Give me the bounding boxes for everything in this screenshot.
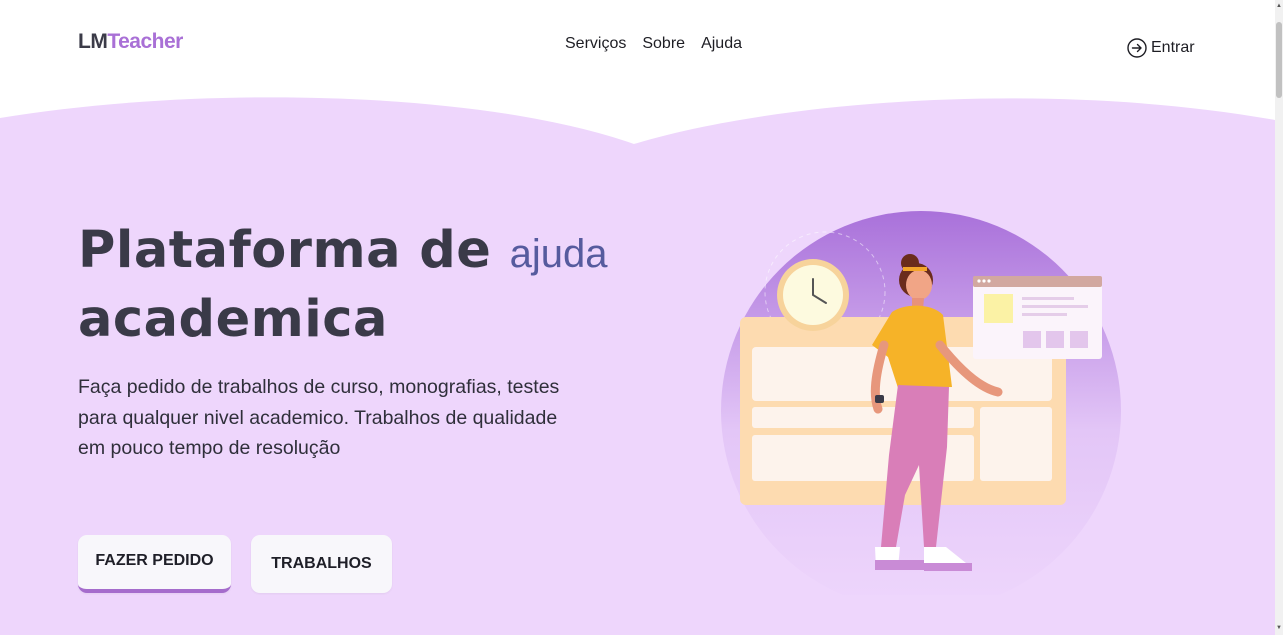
- nav-item-ajuda[interactable]: Ajuda: [701, 35, 742, 53]
- hero-title-line2: academica: [78, 290, 388, 349]
- login-link[interactable]: Entrar: [1127, 38, 1195, 58]
- login-label: Entrar: [1151, 39, 1195, 56]
- scroll-down-icon[interactable]: ▼: [1276, 624, 1282, 632]
- scrollbar-thumb[interactable]: [1276, 22, 1282, 98]
- order-button[interactable]: FAZER PEDIDO: [78, 535, 231, 593]
- hero-title-main: Plataforma de: [78, 221, 492, 280]
- site-header: LMTeacher Serviços Sobre Ajuda Entrar: [0, 0, 1275, 90]
- scroll-up-icon[interactable]: ▲: [1276, 2, 1282, 10]
- hero-description: Faça pedido de trabalhos de curso, monog…: [78, 376, 560, 459]
- hero-title: Plataforma de ajuda academica: [78, 218, 698, 353]
- brand-logo[interactable]: LMTeacher: [78, 30, 183, 54]
- brand-logo-part1: LM: [78, 30, 108, 53]
- brand-logo-part2: Teacher: [107, 30, 183, 53]
- hero-title-accent: ajuda: [509, 232, 608, 276]
- main-nav: Serviços Sobre Ajuda: [565, 35, 742, 53]
- hero-illustration: [721, 211, 1121, 595]
- page-scrollbar[interactable]: ▲ ▼: [1275, 0, 1283, 635]
- nav-item-sobre[interactable]: Sobre: [642, 35, 685, 53]
- nav-item-servicos[interactable]: Serviços: [565, 35, 626, 53]
- arrow-right-circle-icon: [1127, 38, 1147, 58]
- works-button[interactable]: TRABALHOS: [251, 535, 392, 593]
